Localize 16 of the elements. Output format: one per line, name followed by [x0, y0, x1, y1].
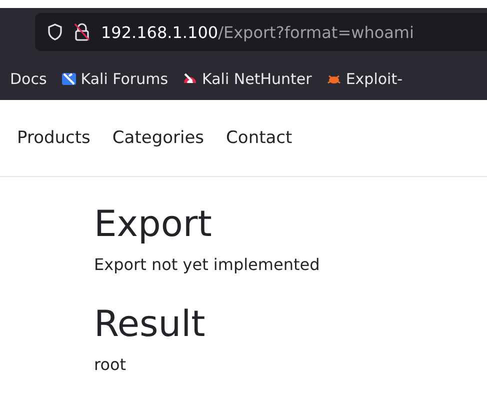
insecure-lock-icon — [73, 22, 91, 42]
nav-link[interactable]: Categories — [112, 126, 204, 176]
shield-icon — [47, 23, 63, 41]
bookmark[interactable]: Docs — [10, 70, 47, 88]
section-text: root — [94, 354, 128, 376]
url-host: 192.168.1.100 — [101, 22, 218, 42]
bookmark[interactable]: Kali Forums — [60, 70, 168, 88]
nav-link[interactable]: Contact — [226, 126, 292, 176]
section-text: Export not yet implemented — [94, 254, 321, 276]
url-path: /Export?format=whoami — [218, 22, 414, 42]
bookmark[interactable]: Kali NetHunter — [182, 70, 312, 88]
address-bar[interactable]: 192.168.1.100/Export?format=whoami — [35, 13, 487, 51]
bookmark[interactable]: Exploit- — [326, 70, 403, 88]
section-heading: Export — [94, 203, 213, 247]
nav-link[interactable]: Products — [17, 126, 90, 176]
section-heading: Result — [94, 303, 206, 347]
